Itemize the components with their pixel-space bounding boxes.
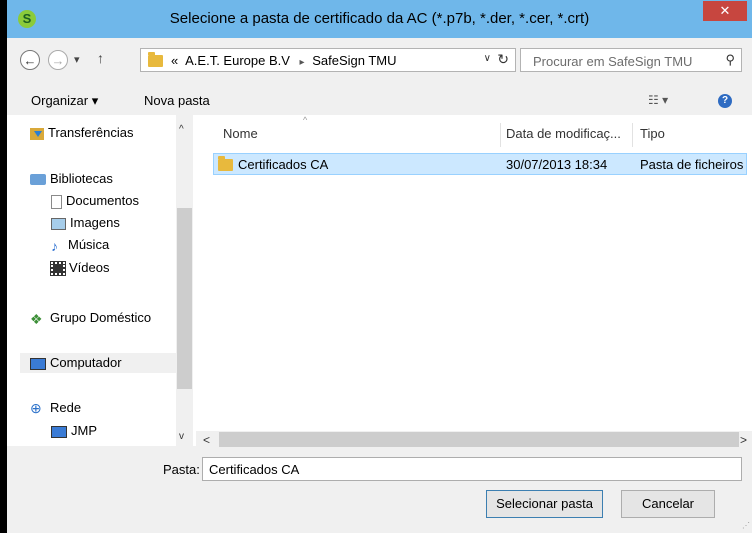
nav-item-bibliotecas[interactable]: Bibliotecas <box>30 169 113 189</box>
nav-item-label: Computador <box>50 355 122 370</box>
dialog-title: Selecione a pasta de certificado da AC (… <box>169 10 590 27</box>
nav-item-label: Transferências <box>48 125 134 140</box>
recent-locations-button[interactable]: ▾ <box>74 53 80 66</box>
folder-name-input[interactable] <box>202 457 742 481</box>
homegroup-icon: ❖ <box>30 310 43 327</box>
column-divider[interactable] <box>500 123 501 147</box>
file-list-scrollbar[interactable]: < > <box>196 431 752 448</box>
folder-icon <box>148 52 163 67</box>
column-header-type[interactable]: Tipo <box>640 126 665 141</box>
select-folder-button[interactable]: Selecionar pasta <box>486 490 603 518</box>
nav-item-imagens[interactable]: Imagens <box>51 213 120 233</box>
column-header-name[interactable]: Nome <box>223 126 258 141</box>
computer-icon <box>30 357 46 370</box>
column-header-date[interactable]: Data de modificaç... <box>506 126 621 141</box>
nav-item-transferencias[interactable]: Transferências <box>30 123 134 143</box>
nav-item-label: JMP <box>71 423 97 438</box>
scrollbar-thumb[interactable] <box>219 432 739 447</box>
nav-item-computador[interactable]: Computador <box>20 353 176 373</box>
computer-icon <box>51 425 67 438</box>
scroll-down-icon[interactable]: v <box>179 431 184 442</box>
file-list: ^ Nome Data de modificaç... Tipo Certifi… <box>196 115 752 431</box>
music-icon: ♪ <box>51 237 58 254</box>
table-row[interactable]: Certificados CA 30/07/2013 18:34 Pasta d… <box>213 153 747 175</box>
file-name: Certificados CA <box>238 157 329 172</box>
nav-item-label: Música <box>68 237 110 252</box>
breadcrumb: « A.E.T. Europe B.V ▸ SafeSign TMU <box>171 53 401 68</box>
search-box: ⚲ <box>520 48 742 72</box>
file-type: Pasta de ficheiros <box>640 157 744 172</box>
resize-grip-icon[interactable]: ⋰ <box>742 521 750 530</box>
nav-item-label: Grupo Doméstico <box>50 310 152 325</box>
nav-item-documentos[interactable]: Documentos <box>51 191 139 211</box>
nav-pane-scrollbar[interactable]: ^ v <box>176 115 193 446</box>
help-icon[interactable]: ? <box>718 94 732 108</box>
close-button[interactable]: ✕ <box>703 1 747 21</box>
documents-icon <box>51 194 62 209</box>
folder-label: Pasta: <box>163 462 200 477</box>
breadcrumb-separator-icon[interactable]: ▸ <box>300 57 305 68</box>
network-icon: ⊕ <box>30 400 42 417</box>
scroll-up-icon[interactable]: ^ <box>179 124 184 135</box>
back-button[interactable]: ← <box>20 50 40 70</box>
scroll-right-icon[interactable]: > <box>740 433 747 447</box>
scrollbar-thumb[interactable] <box>177 208 192 389</box>
chevron-down-icon: ▾ <box>74 54 80 66</box>
nav-item-jmp[interactable]: JMP <box>51 421 97 441</box>
refresh-icon[interactable]: ↻ <box>497 51 509 68</box>
up-button[interactable]: ↑ <box>97 50 104 66</box>
downloads-icon <box>30 127 44 140</box>
videos-icon <box>50 261 66 277</box>
file-date: 30/07/2013 18:34 <box>506 157 608 172</box>
libraries-icon <box>30 174 46 186</box>
dialog-window: S Selecione a pasta de certificado da AC… <box>7 0 752 533</box>
cancel-button[interactable]: Cancelar <box>621 490 715 518</box>
search-icon[interactable]: ⚲ <box>725 52 735 68</box>
nav-item-musica[interactable]: ♪ Música <box>51 235 109 255</box>
nav-item-label: Bibliotecas <box>50 171 113 186</box>
nav-item-label: Documentos <box>66 193 139 208</box>
breadcrumb-overflow[interactable]: « <box>171 53 178 68</box>
title-bar: S Selecione a pasta de certificado da AC… <box>7 0 752 38</box>
back-arrow-icon: ← <box>23 53 37 68</box>
address-dropdown-icon[interactable]: ∨ <box>484 53 491 64</box>
organize-button[interactable]: Organizar ▾ <box>31 93 98 109</box>
nav-item-label: Vídeos <box>69 260 110 275</box>
search-input[interactable] <box>531 51 715 71</box>
navigation-pane: Transferências Bibliotecas Documentos Im… <box>7 115 196 446</box>
folder-icon <box>218 156 233 171</box>
breadcrumb-aet-europe[interactable]: A.E.T. Europe B.V <box>185 53 290 68</box>
nav-item-rede[interactable]: ⊕ Rede <box>30 398 81 418</box>
sort-ascending-icon: ^ <box>303 115 308 125</box>
forward-arrow-icon: → <box>51 53 65 68</box>
breadcrumb-safesign-tmu[interactable]: SafeSign TMU <box>312 53 396 68</box>
column-divider[interactable] <box>632 123 633 147</box>
pictures-icon <box>51 217 66 230</box>
close-icon: ✕ <box>719 3 731 18</box>
toolbar: Organizar ▾ Nova pasta ☷ ▾ ? <box>7 87 752 115</box>
nav-item-label: Imagens <box>70 215 120 230</box>
scroll-left-icon[interactable]: < <box>203 433 210 447</box>
nav-item-videos[interactable]: Vídeos <box>50 258 110 278</box>
view-options-button[interactable]: ☷ ▾ <box>648 93 668 107</box>
forward-button[interactable]: → <box>48 50 68 70</box>
nav-item-grupo-domestico[interactable]: ❖ Grupo Doméstico <box>30 308 151 328</box>
address-bar[interactable]: « A.E.T. Europe B.V ▸ SafeSign TMU ∨ ↻ <box>140 48 516 72</box>
nav-item-label: Rede <box>50 400 82 415</box>
new-folder-button[interactable]: Nova pasta <box>144 93 210 108</box>
up-arrow-icon: ↑ <box>97 50 104 66</box>
